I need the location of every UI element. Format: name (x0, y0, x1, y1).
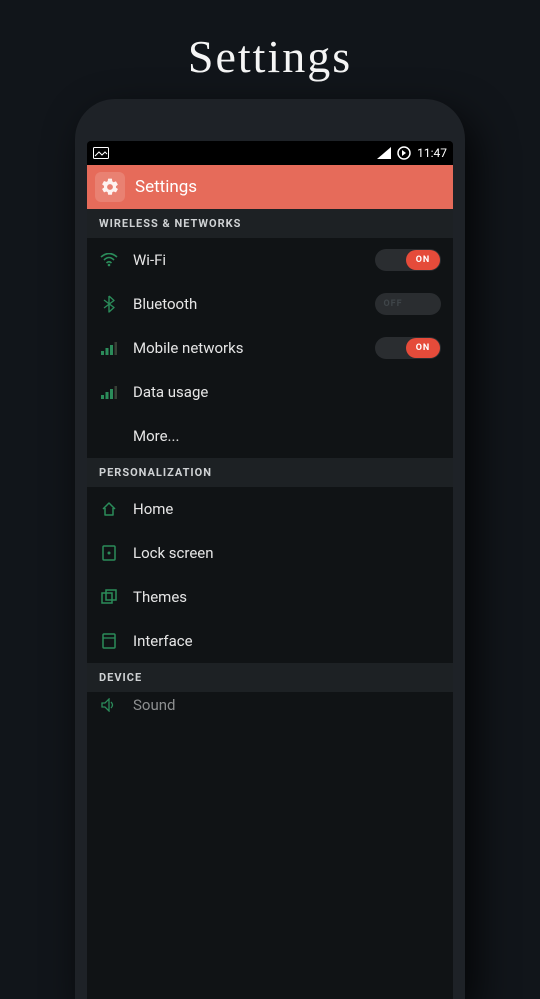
section-header-device: DEVICE (87, 663, 453, 692)
wifi-icon (99, 253, 119, 267)
row-label: Home (133, 500, 441, 518)
interface-icon (99, 633, 119, 649)
section-header-wireless: WIRELESS & NETWORKS (87, 209, 453, 238)
promo-title: Settings (0, 0, 540, 99)
home-icon (99, 501, 119, 517)
status-time: 11:47 (417, 146, 447, 160)
row-label: Data usage (133, 383, 441, 401)
row-label: Themes (133, 588, 441, 606)
data-bars-icon (99, 385, 119, 399)
power-icon (397, 146, 411, 160)
row-interface[interactable]: Interface (87, 619, 453, 663)
mobile-toggle[interactable]: ON (375, 337, 441, 359)
signal-icon (377, 147, 391, 159)
row-themes[interactable]: Themes (87, 575, 453, 619)
toggle-pill: ON (406, 338, 440, 358)
appbar: Settings (87, 165, 453, 209)
row-label: Lock screen (133, 544, 441, 562)
row-data-usage[interactable]: Data usage (87, 370, 453, 414)
row-label: Bluetooth (133, 295, 361, 313)
row-label: Interface (133, 632, 441, 650)
settings-icon[interactable] (95, 172, 125, 202)
phone-screen: 11:47 Settings WIRELESS & NETWORKS Wi-Fi… (87, 141, 453, 999)
lock-screen-icon (99, 545, 119, 561)
row-mobile-networks[interactable]: Mobile networks ON (87, 326, 453, 370)
row-home[interactable]: Home (87, 487, 453, 531)
row-label: Mobile networks (133, 339, 361, 357)
signal-bars-icon (99, 341, 119, 355)
toggle-pill: OFF (376, 294, 410, 314)
row-label: More... (133, 427, 441, 445)
row-sound[interactable]: Sound (87, 692, 453, 718)
wifi-toggle[interactable]: ON (375, 249, 441, 271)
row-label: Wi-Fi (133, 251, 361, 269)
row-more[interactable]: More... (87, 414, 453, 458)
bluetooth-icon (99, 295, 119, 313)
row-label: Sound (133, 696, 441, 714)
bluetooth-toggle[interactable]: OFF (375, 293, 441, 315)
phone-frame: 11:47 Settings WIRELESS & NETWORKS Wi-Fi… (75, 99, 465, 999)
row-lock-screen[interactable]: Lock screen (87, 531, 453, 575)
picture-icon (93, 147, 109, 159)
section-header-personalization: PERSONALIZATION (87, 458, 453, 487)
row-bluetooth[interactable]: Bluetooth OFF (87, 282, 453, 326)
statusbar: 11:47 (87, 141, 453, 165)
settings-list: WIRELESS & NETWORKS Wi-Fi ON Bluetooth O… (87, 209, 453, 999)
sound-icon (99, 698, 119, 712)
row-wifi[interactable]: Wi-Fi ON (87, 238, 453, 282)
toggle-pill: ON (406, 250, 440, 270)
appbar-title: Settings (135, 177, 197, 197)
themes-icon (99, 589, 119, 605)
